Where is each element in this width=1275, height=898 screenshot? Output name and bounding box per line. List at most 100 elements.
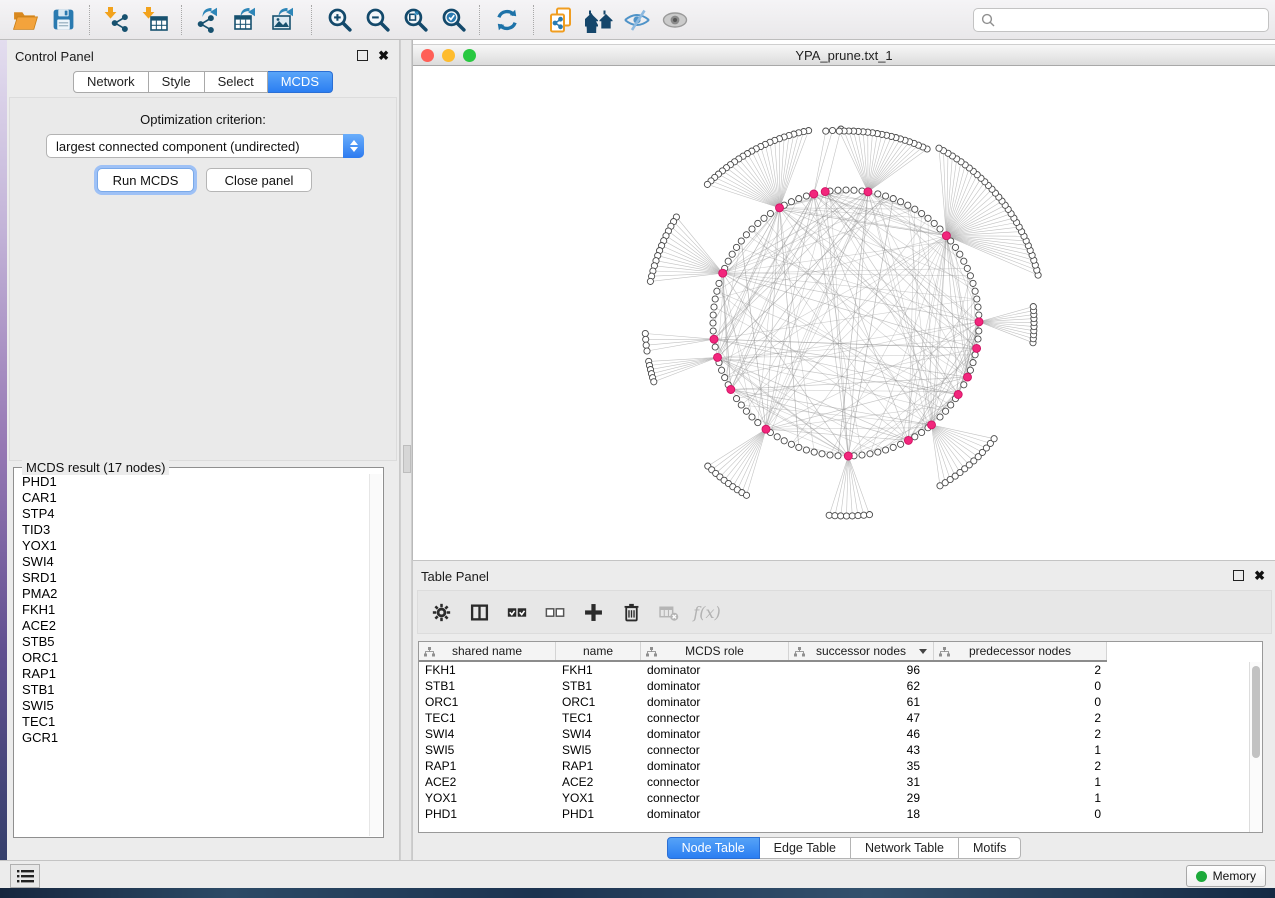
graph-hub-node[interactable] [964, 373, 972, 381]
refresh-view-button[interactable] [488, 4, 526, 36]
graph-node[interactable] [738, 238, 744, 244]
graph-node[interactable] [961, 382, 967, 388]
graph-node[interactable] [974, 296, 980, 302]
graph-satellite-node[interactable] [832, 513, 838, 519]
show-all-button[interactable] [656, 4, 694, 36]
graph-node[interactable] [774, 434, 780, 440]
graph-satellite-node[interactable] [651, 379, 657, 385]
optimization-criterion-select[interactable]: largest connected component (undirected) [46, 134, 364, 158]
graph-satellite-node[interactable] [1030, 304, 1036, 310]
graph-satellite-node[interactable] [843, 513, 849, 519]
graph-satellite-node[interactable] [644, 348, 650, 354]
graph-node[interactable] [957, 251, 963, 257]
graph-node[interactable] [729, 251, 735, 257]
graph-node[interactable] [781, 438, 787, 444]
mcds-result-item[interactable]: TEC1 [15, 714, 370, 730]
column-header-name[interactable]: name [556, 642, 641, 660]
graph-node[interactable] [716, 280, 722, 286]
column-header-shared_name[interactable]: shared name [419, 642, 556, 660]
search-box[interactable] [973, 8, 1269, 32]
graph-hub-node[interactable] [864, 188, 872, 196]
graph-node[interactable] [898, 199, 904, 205]
graph-hub-node[interactable] [776, 204, 784, 212]
mcds-result-item[interactable]: TID3 [15, 522, 370, 538]
graph-satellite-node[interactable] [838, 513, 844, 519]
graph-node[interactable] [755, 420, 761, 426]
graph-node[interactable] [859, 452, 865, 458]
table-row[interactable]: ACE2ACE2connector311 [419, 774, 1249, 790]
column-header-mcds_role[interactable]: MCDS role [641, 642, 789, 660]
graph-node[interactable] [883, 193, 889, 199]
graph-node[interactable] [943, 408, 949, 414]
graph-satellite-node[interactable] [826, 512, 832, 518]
close-panel-button[interactable]: Close panel [206, 168, 312, 192]
export-table-button[interactable] [228, 4, 266, 36]
graph-hub-node[interactable] [954, 391, 962, 399]
graph-node[interactable] [725, 258, 731, 264]
show-column-button[interactable] [464, 597, 494, 627]
tab-style[interactable]: Style [149, 71, 205, 93]
graph-node[interactable] [796, 444, 802, 450]
graph-satellite-node[interactable] [855, 513, 861, 519]
graph-node[interactable] [710, 312, 716, 318]
graph-node[interactable] [964, 265, 970, 271]
table-row[interactable]: YOX1YOX1connector291 [419, 790, 1249, 806]
graph-satellite-node[interactable] [936, 145, 942, 151]
graph-node[interactable] [827, 452, 833, 458]
graph-satellite-node[interactable] [647, 278, 653, 284]
graph-node[interactable] [967, 367, 973, 373]
graph-node[interactable] [710, 320, 716, 326]
graph-satellite-node[interactable] [643, 336, 649, 342]
graph-node[interactable] [819, 451, 825, 457]
run-mcds-button[interactable]: Run MCDS [97, 168, 194, 192]
graph-node[interactable] [738, 402, 744, 408]
graph-node[interactable] [767, 210, 773, 216]
graph-node[interactable] [905, 202, 911, 208]
mcds-result-item[interactable]: FKH1 [15, 602, 370, 618]
graph-hub-node[interactable] [904, 436, 912, 444]
graph-hub-node[interactable] [710, 335, 718, 343]
graph-node[interactable] [975, 304, 981, 310]
mcds-result-item[interactable]: STP4 [15, 506, 370, 522]
mcds-result-item[interactable]: PMA2 [15, 586, 370, 602]
table-row[interactable]: STB1STB1dominator620 [419, 678, 1249, 694]
graph-node[interactable] [976, 312, 982, 318]
graph-node[interactable] [788, 441, 794, 447]
graph-node[interactable] [912, 206, 918, 212]
table-panel-close-button[interactable]: ✖ [1254, 571, 1265, 580]
graph-node[interactable] [919, 429, 925, 435]
export-network-button[interactable] [190, 4, 228, 36]
graph-node[interactable] [883, 447, 889, 453]
graph-hub-node[interactable] [942, 232, 950, 240]
graph-node[interactable] [710, 328, 716, 334]
graph-node[interactable] [712, 344, 718, 350]
graph-node[interactable] [890, 196, 896, 202]
table-row[interactable]: SWI4SWI4dominator462 [419, 726, 1249, 742]
network-canvas[interactable] [413, 65, 1275, 560]
graph-node[interactable] [875, 191, 881, 197]
graph-node[interactable] [970, 280, 976, 286]
graph-node[interactable] [970, 360, 976, 366]
graph-satellite-node[interactable] [861, 512, 867, 518]
graph-node[interactable] [961, 258, 967, 264]
graph-node[interactable] [975, 336, 981, 342]
mcds-result-item[interactable]: YOX1 [15, 538, 370, 554]
graph-satellite-node[interactable] [823, 128, 829, 134]
mcds-result-item[interactable]: STB5 [15, 634, 370, 650]
graph-hub-node[interactable] [810, 190, 818, 198]
tab-edge-table[interactable]: Edge Table [760, 837, 851, 859]
hide-selected-button[interactable] [618, 4, 656, 36]
graph-hub-node[interactable] [762, 425, 770, 433]
save-session-button[interactable] [44, 4, 82, 36]
table-scrollbar[interactable] [1249, 662, 1262, 832]
deselect-all-button[interactable] [540, 597, 570, 627]
graph-node[interactable] [967, 273, 973, 279]
mcds-result-item[interactable]: CAR1 [15, 490, 370, 506]
zoom-out-button[interactable] [358, 4, 396, 36]
search-input[interactable] [1001, 12, 1261, 28]
graph-hub-node[interactable] [719, 269, 727, 277]
graph-node[interactable] [890, 444, 896, 450]
table-scrollbar-thumb[interactable] [1252, 666, 1260, 758]
delete-row-button[interactable] [616, 597, 646, 627]
graph-node[interactable] [867, 451, 873, 457]
